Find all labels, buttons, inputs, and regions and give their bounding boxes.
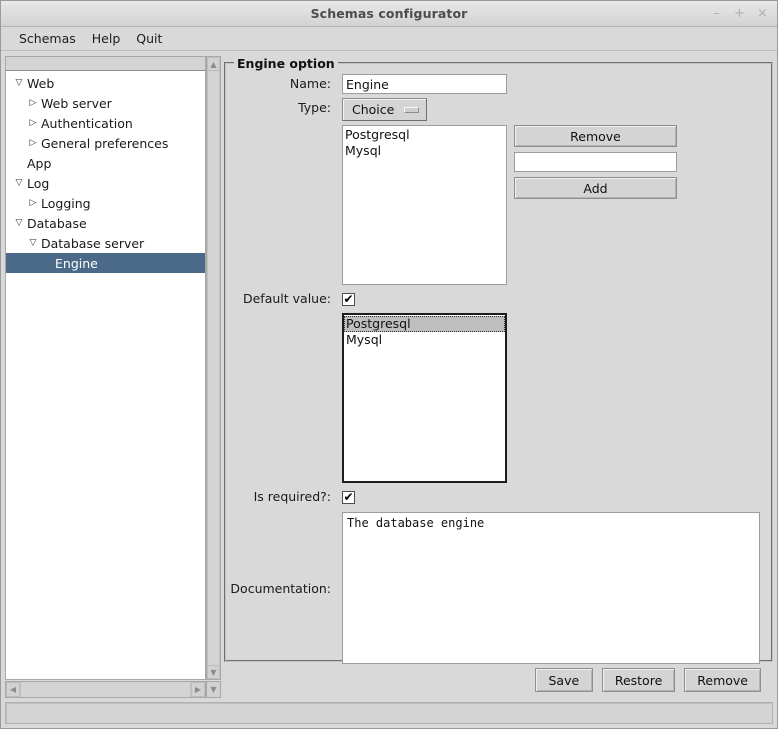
tree-item-label: Log (27, 175, 50, 191)
title-bar: Schemas configurator – + × (1, 1, 777, 27)
scroll-right-icon[interactable]: ▶ (191, 682, 205, 697)
window-title: Schemas configurator (310, 6, 468, 21)
tree-column: ▽ Web ▷ Web server ▷ Authentication ▷ General p… (5, 56, 206, 680)
is-required-checkbox[interactable]: ✔ (342, 491, 355, 504)
tree-item-engine[interactable]: Engine (6, 253, 205, 273)
twisty-collapsed-icon[interactable]: ▷ (26, 198, 40, 208)
tree-item-web-server[interactable]: ▷ Web server (6, 93, 205, 113)
choices-row: Postgresql Mysql Remove Add (234, 125, 763, 285)
name-input[interactable] (342, 74, 507, 94)
save-button[interactable]: Save (534, 668, 593, 692)
menu-item-help[interactable]: Help (84, 29, 129, 48)
group-title: Engine option (234, 56, 338, 71)
twisty-collapsed-icon[interactable]: ▷ (26, 118, 40, 128)
tree-item-database[interactable]: ▽ Database (6, 213, 205, 233)
documentation-textarea[interactable]: The database engine (342, 512, 760, 664)
tree-item-app[interactable]: App (6, 153, 205, 173)
default-value-item[interactable]: Postgresql (344, 316, 505, 332)
tree-item-label: General preferences (41, 135, 169, 151)
menu-bar: Schemas Help Quit (1, 27, 777, 51)
tree-item-logging[interactable]: ▷ Logging (6, 193, 205, 213)
checkmark-icon: ✔ (343, 490, 354, 504)
checkmark-icon: ✔ (343, 292, 354, 306)
tree-horizontal-scrollbar[interactable]: ◀ ▶ (5, 681, 206, 698)
default-value-checkbox[interactable]: ✔ (342, 293, 355, 306)
choice-item[interactable]: Postgresql (343, 127, 506, 143)
documentation-label: Documentation: (230, 580, 331, 596)
tree-scroll-region: ▽ Web ▷ Web server ▷ Authentication ▷ General p… (5, 56, 221, 680)
twisty-collapsed-icon[interactable]: ▷ (26, 98, 40, 108)
twisty-expanded-icon[interactable]: ▽ (26, 238, 40, 248)
main-area: ▽ Web ▷ Web server ▷ Authentication ▷ General p… (1, 51, 777, 702)
maximize-icon[interactable]: + (733, 7, 746, 20)
default-value-listbox[interactable]: Postgresql Mysql (342, 313, 507, 483)
tree-item-label: Database (27, 215, 87, 231)
add-choice-button[interactable]: Add (514, 177, 677, 199)
type-label: Type: (298, 100, 331, 115)
tree-item-log[interactable]: ▽ Log (6, 173, 205, 193)
remove-choice-button[interactable]: Remove (514, 125, 677, 147)
tree-item-label: Web (27, 75, 55, 91)
option-form: Name: Type: Choice (230, 74, 763, 664)
is-required-row: Is required?: ✔ (234, 487, 763, 507)
status-bar (5, 702, 773, 724)
minimize-icon[interactable]: – (710, 7, 723, 20)
default-value-list-row: Postgresql Mysql (234, 313, 763, 483)
name-row: Name: (234, 74, 763, 94)
choices-listbox[interactable]: Postgresql Mysql (342, 125, 507, 285)
window-frame: Schemas configurator – + × Schemas Help … (0, 0, 778, 729)
new-choice-input[interactable] (514, 152, 677, 172)
menu-item-schemas[interactable]: Schemas (11, 29, 84, 48)
twisty-collapsed-icon[interactable]: ▷ (26, 138, 40, 148)
tree-item-label: Database server (41, 235, 145, 251)
twisty-expanded-icon[interactable]: ▽ (12, 78, 26, 88)
tree-horizontal-scroll-row: ◀ ▶ ▼ (5, 681, 221, 698)
option-editor-panel: Engine option Name: Type: Choice (224, 56, 773, 698)
documentation-row: Documentation: The database engine (230, 512, 763, 664)
scroll-up-icon[interactable]: ▲ (207, 57, 220, 71)
tree-item-general-preferences[interactable]: ▷ General preferences (6, 133, 205, 153)
close-icon[interactable]: × (756, 7, 769, 20)
default-value-row: Default value: ✔ (234, 289, 763, 309)
choices-actions: Remove Add (514, 125, 677, 199)
scroll-corner-down-icon[interactable]: ▼ (206, 681, 221, 698)
menu-item-quit[interactable]: Quit (128, 29, 170, 48)
type-row: Type: Choice (234, 98, 763, 121)
tree-item-authentication[interactable]: ▷ Authentication (6, 113, 205, 133)
tree-item-web[interactable]: ▽ Web (6, 73, 205, 93)
vertical-scroll-track[interactable] (207, 71, 220, 665)
type-option-menu[interactable]: Choice (342, 98, 428, 121)
horizontal-scroll-track[interactable] (20, 682, 191, 697)
tree-item-label: Engine (55, 255, 98, 271)
choice-item[interactable]: Mysql (343, 143, 506, 159)
is-required-label: Is required?: (253, 489, 331, 504)
schema-tree-panel: ▽ Web ▷ Web server ▷ Authentication ▷ General p… (5, 56, 221, 698)
engine-option-group: Engine option Name: Type: Choice (224, 56, 773, 664)
default-value-label: Default value: (242, 291, 331, 306)
name-label: Name: (289, 76, 331, 91)
scroll-down-icon[interactable]: ▼ (207, 665, 220, 679)
window-controls: – + × (710, 1, 769, 26)
application-window: Schemas configurator – + × Schemas Help … (0, 0, 778, 729)
twisty-expanded-icon[interactable]: ▽ (12, 178, 26, 188)
restore-button[interactable]: Restore (601, 668, 676, 692)
remove-button[interactable]: Remove (684, 668, 761, 692)
twisty-expanded-icon[interactable]: ▽ (12, 218, 26, 228)
scroll-left-icon[interactable]: ◀ (6, 682, 20, 697)
tree-item-database-server[interactable]: ▽ Database server (6, 233, 205, 253)
schema-tree[interactable]: ▽ Web ▷ Web server ▷ Authentication ▷ General p… (5, 70, 206, 680)
tree-vertical-scrollbar[interactable]: ▲ ▼ (206, 56, 221, 680)
default-value-item[interactable]: Mysql (344, 332, 505, 348)
tree-header (5, 56, 206, 70)
footer-actions: Save Restore Remove (224, 662, 773, 698)
tree-item-label: Authentication (41, 115, 133, 131)
tree-item-label: Logging (41, 195, 91, 211)
type-option-value: Choice (352, 102, 395, 117)
tree-item-label: Web server (41, 95, 112, 111)
tree-item-label: App (27, 155, 52, 171)
option-menu-indicator-icon (404, 106, 420, 113)
